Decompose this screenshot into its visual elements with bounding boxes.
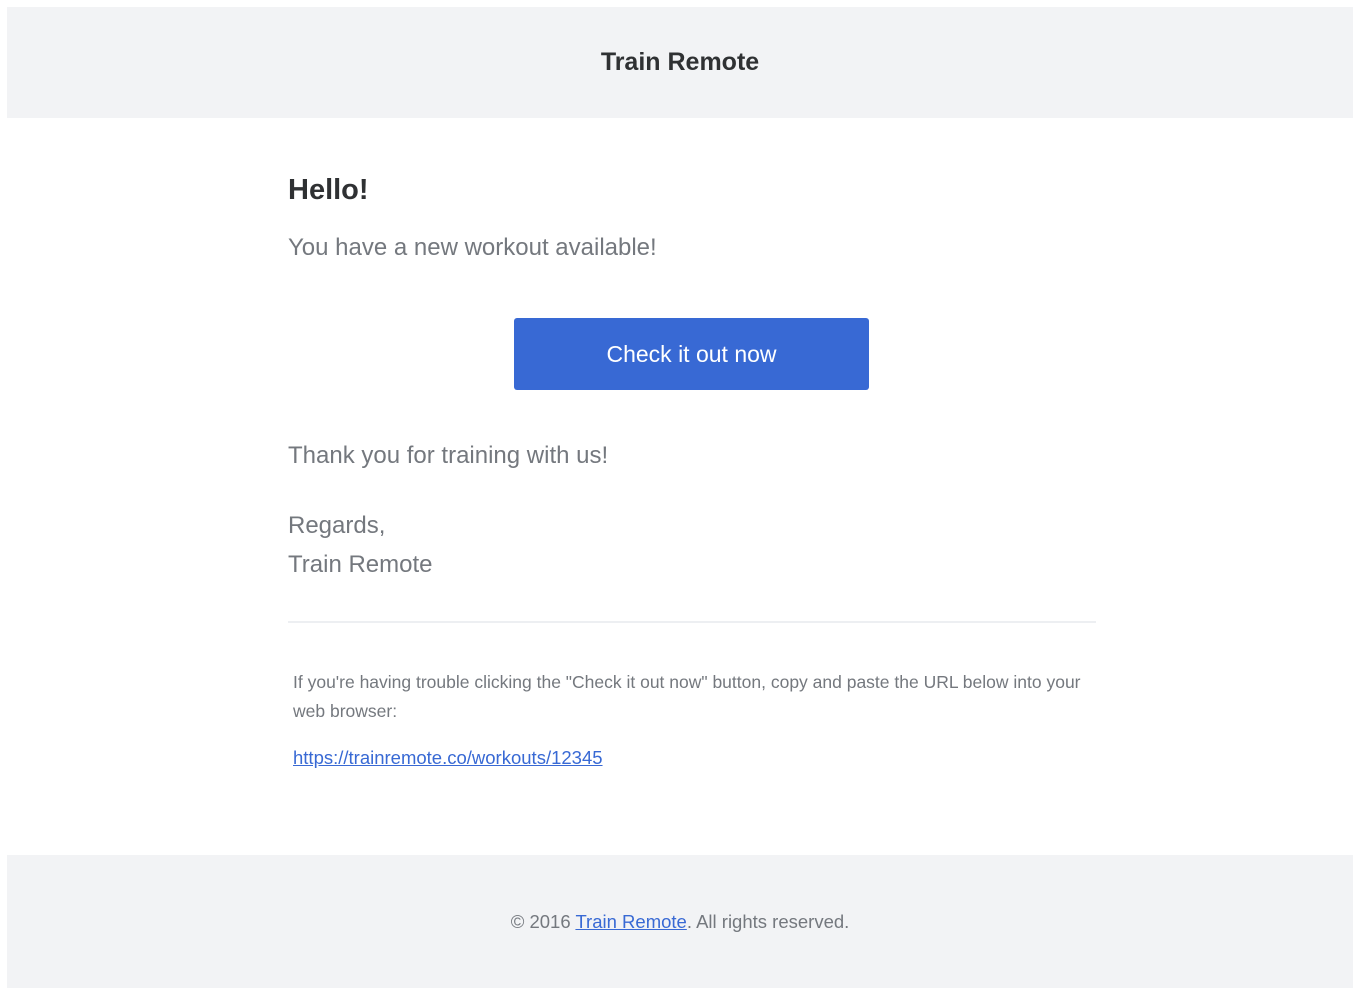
email-header: Train Remote <box>7 7 1353 118</box>
greeting-heading: Hello! <box>288 174 369 206</box>
brand-link[interactable]: Train Remote <box>601 48 759 77</box>
copyright-suffix: . All rights reserved. <box>686 910 850 932</box>
email-page: Train Remote Hello! You have a new worko… <box>0 0 1353 988</box>
copyright-text: © 2016 Train Remote. All rights reserved… <box>511 911 850 933</box>
footer-brand-link[interactable]: Train Remote <box>575 911 686 932</box>
signoff-block: Regards, Train Remote <box>288 506 433 584</box>
thanks-text: Thank you for training with us! <box>288 442 609 469</box>
regards-text: Regards, <box>288 512 386 539</box>
trouble-text: If you're having trouble clicking the "C… <box>293 672 1081 721</box>
check-it-out-button[interactable]: Check it out now <box>514 318 869 390</box>
divider <box>288 621 1096 623</box>
signature-text: Train Remote <box>288 551 433 578</box>
copyright-prefix: © 2016 <box>510 910 576 932</box>
workout-url-link[interactable]: https://trainremote.co/workouts/12345 <box>293 747 603 769</box>
email-footer: © 2016 Train Remote. All rights reserved… <box>7 855 1353 988</box>
intro-text: You have a new workout available! <box>288 234 657 261</box>
